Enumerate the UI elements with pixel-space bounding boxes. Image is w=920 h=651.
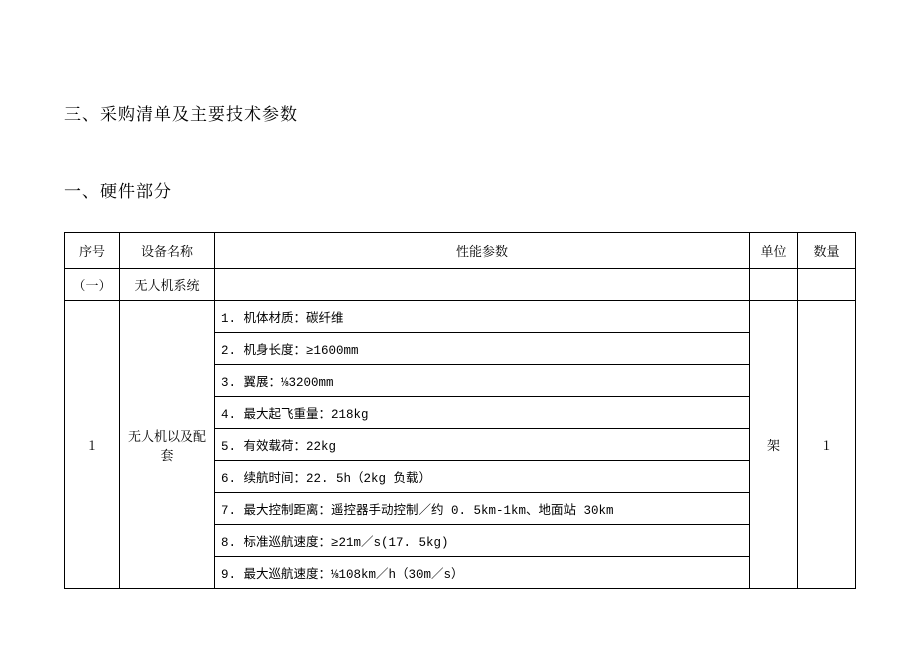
item-unit: 架 — [750, 301, 798, 589]
spec-line: 2. 机身长度：≥1600mm — [215, 333, 750, 365]
group-name: 无人机系统 — [120, 269, 215, 301]
header-unit: 单位 — [750, 233, 798, 269]
spec-line: 4. 最大起飞重量：218kg — [215, 397, 750, 429]
table-row: 1 无人机以及配套 1. 机体材质：碳纤维 架 1 — [65, 301, 856, 333]
group-qty — [798, 269, 856, 301]
item-name: 无人机以及配套 — [120, 301, 215, 589]
group-index: （一） — [65, 269, 120, 301]
group-row: （一） 无人机系统 — [65, 269, 856, 301]
spec-line: 1. 机体材质：碳纤维 — [215, 301, 750, 333]
header-name: 设备名称 — [120, 233, 215, 269]
header-spec: 性能参数 — [215, 233, 750, 269]
item-qty: 1 — [798, 301, 856, 589]
spec-line: 6. 续航时间：22. 5h（2kg 负载） — [215, 461, 750, 493]
spec-table: 序号 设备名称 性能参数 单位 数量 （一） 无人机系统 1 无人机以及配套 1… — [64, 232, 856, 589]
item-index: 1 — [65, 301, 120, 589]
spec-line: 7. 最大控制距离：遥控器手动控制／约 0. 5km-1km、地面站 30km — [215, 493, 750, 525]
subsection-title: 一、硬件部分 — [64, 177, 856, 202]
spec-line: 8. 标准巡航速度：≥21m／s(17. 5kg) — [215, 525, 750, 557]
spec-line: 5. 有效载荷：22kg — [215, 429, 750, 461]
group-spec — [215, 269, 750, 301]
table-header-row: 序号 设备名称 性能参数 单位 数量 — [65, 233, 856, 269]
header-index: 序号 — [65, 233, 120, 269]
header-qty: 数量 — [798, 233, 856, 269]
group-unit — [750, 269, 798, 301]
spec-line: 9. 最大巡航速度：⅛108km／h（30m／s） — [215, 557, 750, 589]
section-title: 三、采购清单及主要技术参数 — [64, 100, 856, 125]
spec-line: 3. 翼展：⅛3200mm — [215, 365, 750, 397]
